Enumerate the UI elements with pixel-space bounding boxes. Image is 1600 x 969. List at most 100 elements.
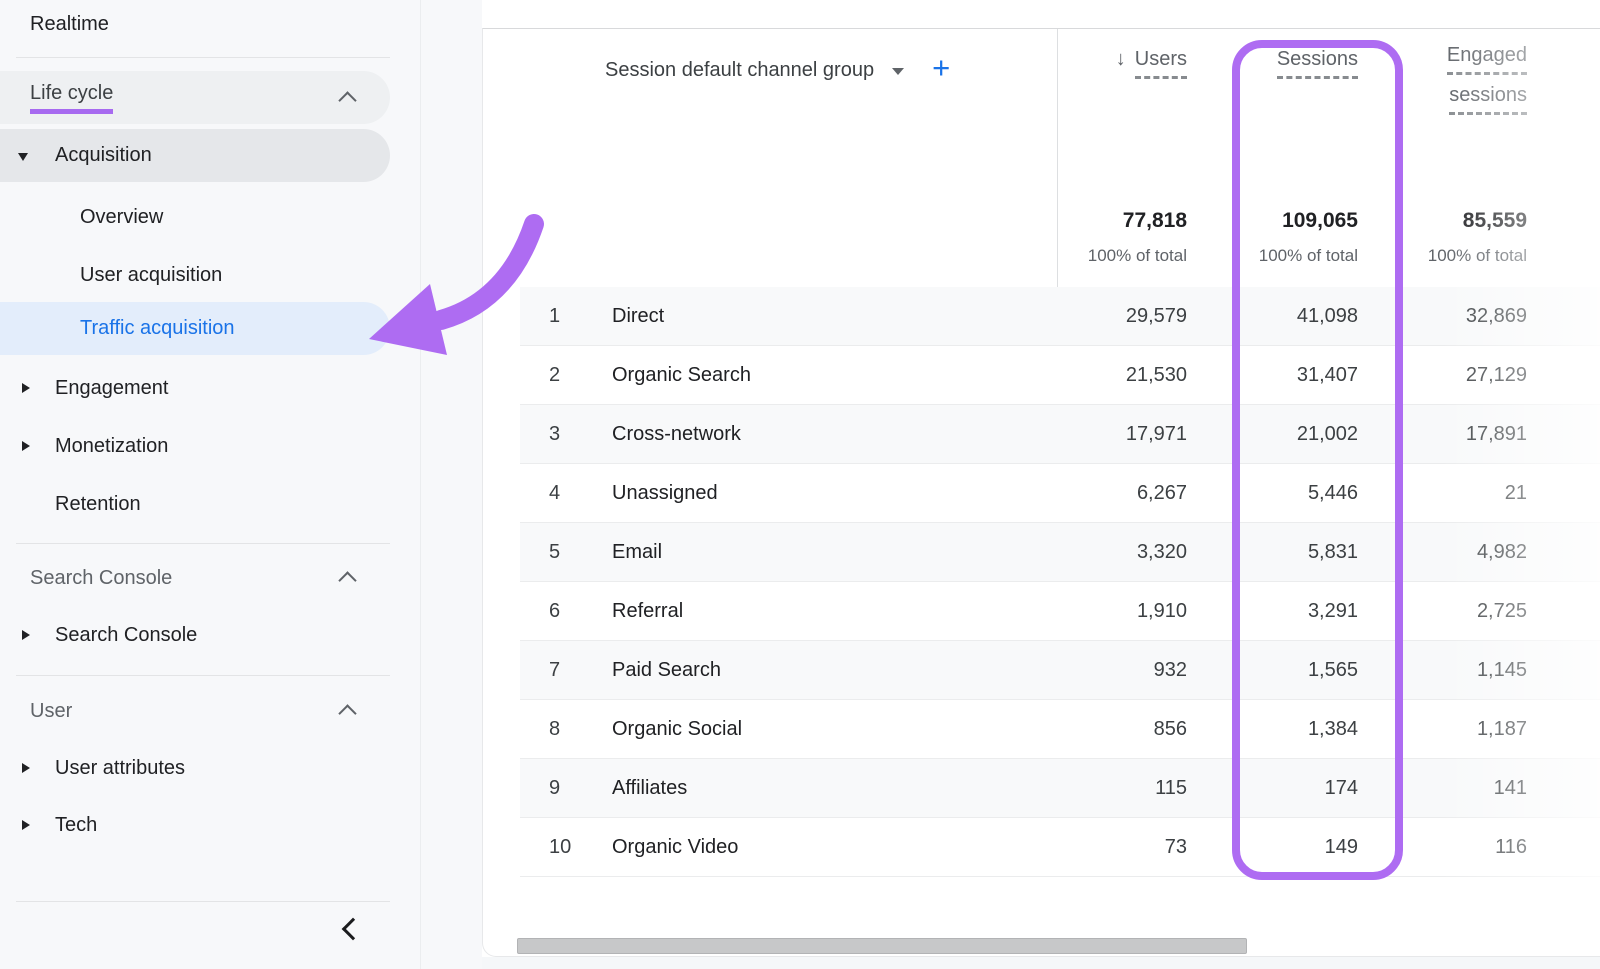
cell-sessions: 1,384 [1308,700,1358,758]
engaged-header-line2: sessions [1449,84,1527,115]
column-header-engaged-sessions[interactable]: Engaged sessions [1330,44,1527,115]
cell-engaged-sessions: 27,129 [1466,346,1527,404]
sidebar-divider [16,57,390,58]
cell-channel-name: Paid Search [612,641,721,699]
tech-label: Tech [55,814,97,837]
sidebar-section-search-console[interactable]: Search Console [0,556,390,600]
cell-sessions: 3,291 [1308,582,1358,640]
column-header-users[interactable]: ↓Users [1000,48,1187,79]
overview-label: Overview [80,206,163,229]
cell-users: 29,579 [1126,287,1187,345]
cell-channel-name: Direct [612,287,664,345]
cell-sessions: 1,565 [1308,641,1358,699]
cell-users: 932 [1154,641,1187,699]
search-console-item-label: Search Console [55,624,197,647]
cell-rank: 9 [549,759,560,817]
search-console-header-label: Search Console [30,567,172,590]
chevron-right-icon [22,820,30,830]
cell-rank: 1 [549,287,560,345]
chevron-up-icon [338,91,356,109]
chevron-right-icon [22,383,30,393]
cell-channel-name: Organic Video [612,818,738,876]
cell-engaged-sessions: 17,891 [1466,405,1527,463]
sidebar-item-overview[interactable]: Overview [0,195,390,239]
cell-channel-name: Unassigned [612,464,718,522]
user-acquisition-label: User acquisition [80,264,222,287]
realtime-label: Realtime [30,13,109,36]
channel-table-body: 1 Direct 29,579 41,098 32,869 2 Organic … [520,287,1600,877]
cell-rank: 2 [549,346,560,404]
horizontal-scrollbar-thumb[interactable] [517,938,1247,954]
retention-label: Retention [55,493,141,516]
sidebar-divider [16,543,390,544]
cell-users: 73 [1165,818,1187,876]
sidebar-divider [16,901,390,902]
acquisition-label: Acquisition [55,144,152,167]
cell-rank: 10 [549,818,571,876]
chevron-up-icon [338,571,356,589]
sidebar-inner-edge [420,0,421,969]
cell-engaged-sessions: 32,869 [1466,287,1527,345]
sidebar-item-user-acquisition[interactable]: User acquisition [0,253,390,297]
cell-sessions: 174 [1325,759,1358,817]
sidebar-item-acquisition[interactable]: Acquisition [0,129,390,182]
table-row: 10 Organic Video 73 149 116 [520,818,1600,877]
cell-users: 17,971 [1126,405,1187,463]
table-row: 1 Direct 29,579 41,098 32,869 [520,287,1600,346]
cell-rank: 8 [549,700,560,758]
sidebar-item-tech[interactable]: Tech [0,803,390,847]
cell-engaged-sessions: 2,725 [1477,582,1527,640]
cell-engaged-sessions: 1,145 [1477,641,1527,699]
life-cycle-header-label: Life cycle [30,82,113,114]
sidebar-section-life-cycle[interactable]: Life cycle [0,71,390,124]
dimension-header-label: Session default channel group [605,59,874,82]
cell-channel-name: Organic Search [612,346,751,404]
cell-channel-name: Email [612,523,662,581]
table-row: 8 Organic Social 856 1,384 1,187 [520,700,1600,759]
cell-rank: 3 [549,405,560,463]
cell-sessions: 21,002 [1297,405,1358,463]
table-row: 9 Affiliates 115 174 141 [520,759,1600,818]
cell-users: 3,320 [1137,523,1187,581]
total-engaged-subtitle: 100% of total [1327,246,1527,266]
plus-icon[interactable]: + [932,50,950,86]
traffic-acquisition-label: Traffic acquisition [80,317,235,340]
table-row: 3 Cross-network 17,971 21,002 17,891 [520,405,1600,464]
ga4-traffic-acquisition-screen: Realtime Life cycle Acquisition Overview… [0,0,1600,969]
card-footer-strip [482,957,1600,969]
chevron-right-icon [22,441,30,451]
cell-users: 856 [1154,700,1187,758]
engagement-label: Engagement [55,377,168,400]
dimension-header-dropdown[interactable]: Session default channel group + [605,54,950,86]
cell-channel-name: Cross-network [612,405,741,463]
cell-users: 6,267 [1137,464,1187,522]
cell-channel-name: Referral [612,582,683,640]
total-engaged-value: 85,559 [1327,209,1527,233]
chevron-left-icon [342,918,365,941]
cell-engaged-sessions: 116 [1495,818,1527,876]
sidebar-section-user[interactable]: User [0,689,390,733]
sidebar-item-realtime[interactable]: Realtime [0,4,390,44]
sidebar-item-retention[interactable]: Retention [0,482,390,526]
cell-channel-name: Organic Social [612,700,742,758]
table-row: 2 Organic Search 21,530 31,407 27,129 [520,346,1600,405]
cell-rank: 4 [549,464,560,522]
cell-users: 21,530 [1126,346,1187,404]
user-attributes-label: User attributes [55,757,185,780]
table-row: 7 Paid Search 932 1,565 1,145 [520,641,1600,700]
sidebar-item-user-attributes[interactable]: User attributes [0,746,390,790]
cell-rank: 7 [549,641,560,699]
sort-descending-icon: ↓ [1116,48,1126,70]
sidebar-item-traffic-acquisition[interactable]: Traffic acquisition [0,302,390,355]
total-users-value: 77,818 [987,209,1187,233]
total-users-subtitle: 100% of total [987,246,1187,266]
report-nav-sidebar: Realtime Life cycle Acquisition Overview… [0,0,482,969]
sidebar-item-search-console[interactable]: Search Console [0,613,390,657]
cell-engaged-sessions: 21 [1505,464,1527,522]
dropdown-caret-icon [892,68,904,75]
sidebar-item-monetization[interactable]: Monetization [0,424,390,468]
nav-collapse-button[interactable] [338,914,368,944]
cell-sessions: 5,831 [1308,523,1358,581]
cell-sessions: 5,446 [1308,464,1358,522]
sidebar-item-engagement[interactable]: Engagement [0,366,390,410]
